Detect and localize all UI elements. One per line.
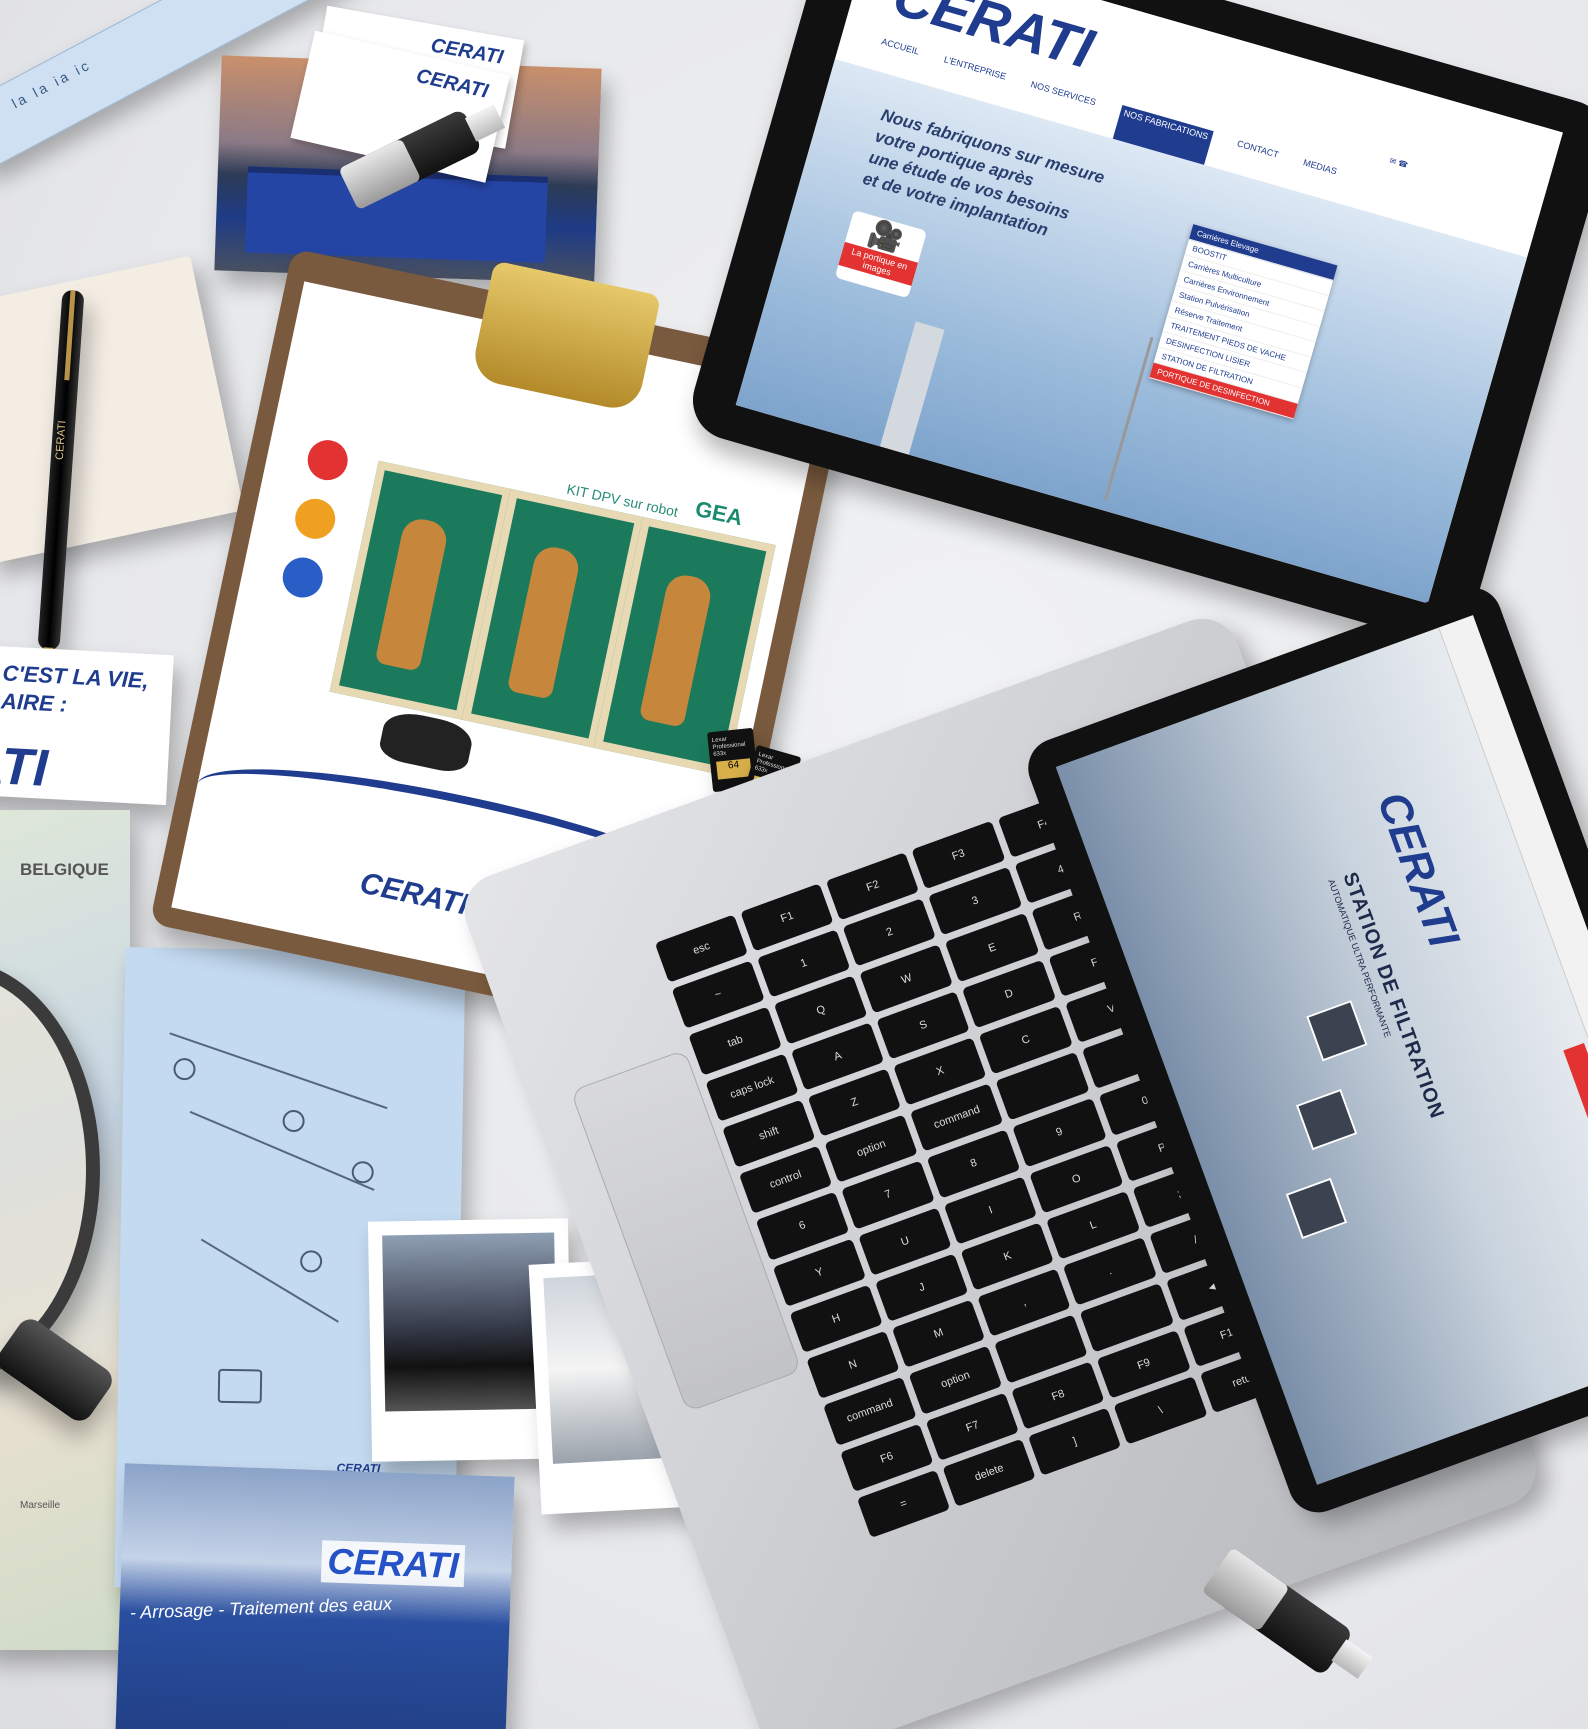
sd-card-label: Lexar Professional 633x bbox=[711, 736, 746, 759]
diagram-dot-blue bbox=[279, 553, 327, 602]
building-photo-card: CERATI CERATI bbox=[214, 5, 602, 284]
product-thumbnail[interactable] bbox=[1306, 999, 1368, 1062]
blueprint-valve bbox=[282, 1109, 305, 1133]
clipboard-brand: GEA bbox=[693, 495, 745, 531]
portique-pole bbox=[879, 321, 945, 455]
laptop-red-button[interactable] bbox=[1563, 1042, 1588, 1136]
blueprint-pipe bbox=[169, 1032, 388, 1110]
pen-clip bbox=[64, 290, 76, 381]
fabrications-dropdown: Carrières Elevage BOOSTIT Carrières Mult… bbox=[1149, 224, 1338, 420]
diagram-dot-orange bbox=[291, 495, 339, 543]
flyer-logo: ATI bbox=[0, 735, 50, 798]
sd-card-capacity: 64 bbox=[716, 758, 752, 780]
notebook bbox=[0, 255, 245, 565]
business-card-logo: CERATI bbox=[414, 64, 491, 103]
product-thumbnail[interactable] bbox=[1285, 1177, 1348, 1240]
building-sign: CERATI bbox=[320, 1540, 466, 1588]
pen-imprint: CERATI bbox=[53, 420, 69, 461]
flyer: C'EST LA VIE, AIRE : ATI bbox=[0, 644, 174, 806]
blueprint-pipe bbox=[200, 1238, 339, 1323]
portique-arm bbox=[1103, 336, 1154, 501]
blueprint-pump bbox=[217, 1368, 263, 1404]
map-label-city: Marseille bbox=[20, 1500, 61, 1511]
blueprint-valve bbox=[299, 1250, 323, 1273]
diagram-dot-red bbox=[303, 436, 352, 484]
ruler-markings: la la ia ic bbox=[9, 56, 94, 112]
building-slogan: - Arrosage - Traitement des eaux bbox=[129, 1593, 393, 1623]
usb-plug bbox=[1331, 1639, 1373, 1679]
cow-silhouette bbox=[374, 515, 450, 672]
flyer-line-2: AIRE : bbox=[0, 688, 68, 717]
blueprint-valve bbox=[351, 1161, 374, 1184]
cow-silhouette bbox=[506, 543, 582, 700]
blueprint-valve bbox=[173, 1057, 196, 1081]
map-label-belgique: BELGIQUE bbox=[20, 860, 109, 879]
browser-chrome bbox=[1438, 615, 1588, 1346]
portique-images-button[interactable]: 🎥 La portique en images bbox=[834, 210, 928, 299]
tablet: CERATI ✉ ☎ ACCUEIL L'ENTREPRISE NOS SERV… bbox=[683, 0, 1588, 651]
headquarters-photo: CERATI - Arrosage - Traitement des eaux bbox=[115, 1463, 515, 1729]
tablet-contact-icon[interactable]: ✉ ☎ bbox=[1388, 156, 1409, 170]
product-thumbnail[interactable] bbox=[1295, 1088, 1358, 1151]
laptop-site-logo: CERATI bbox=[1367, 785, 1469, 954]
cow-silhouette bbox=[638, 571, 714, 728]
desk-scene: la la ia ic CERATI CERATI CERATI C'EST L… bbox=[0, 0, 1588, 1729]
tablet-screen: CERATI ✉ ☎ ACCUEIL L'ENTREPRISE NOS SERV… bbox=[735, 0, 1563, 604]
